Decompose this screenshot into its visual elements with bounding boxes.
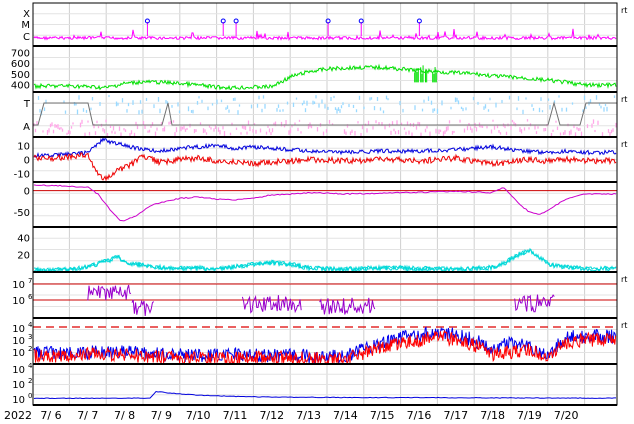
wind-y-tick: 600 (11, 59, 30, 70)
x-axis-day-tick: 7/13 (296, 409, 321, 422)
electron-y-tick-base: 10 (12, 336, 25, 347)
proton-y-tick-base: 10 (12, 280, 25, 291)
proton-y-tick-exponent: 6 (28, 293, 33, 301)
x-axis-day-tick: 7/17 (443, 409, 468, 422)
electron-y-tick-base: 10 (12, 348, 25, 359)
bz-y-tick: 0 (24, 156, 30, 167)
bz-y-tick: 10 (17, 141, 30, 152)
x-axis-day-tick: 7/11 (223, 409, 248, 422)
wind-y-tick: 700 (11, 48, 30, 59)
x-axis-day-tick: 7/12 (259, 409, 284, 422)
imf-y-tick: T (23, 99, 31, 110)
electron-y-tick-exponent: 4 (28, 321, 33, 329)
space-weather-stack-chart: XMC700600500400TA100-100-50402010 710 610 4… (4, 2, 627, 422)
wind-y-tick: 500 (11, 70, 30, 81)
flares-y-tick: C (23, 32, 30, 43)
wind-y-tick: 400 (11, 81, 30, 92)
panel-right-tag: rt (621, 321, 627, 330)
x-axis-day-tick: 7/19 (517, 409, 542, 422)
neutron-y-tick-exponent: 2 (28, 377, 32, 385)
electron-y-tick-exponent: 2 (28, 345, 32, 353)
electron-flux-low-series (33, 330, 617, 365)
proton-flux-series (514, 294, 555, 313)
dst-y-tick: -50 (14, 208, 30, 219)
kp-y-tick: 40 (17, 233, 30, 244)
x-axis-day-tick: 7/20 (554, 409, 579, 422)
x-axis-day-tick: 7/10 (186, 409, 211, 422)
electron-y-tick-base: 10 (12, 324, 25, 335)
bz-component-series (33, 152, 617, 182)
dst-y-tick: 0 (24, 187, 30, 198)
x-axis-year-label: 2022 (4, 409, 32, 422)
neutron-y-tick-exponent: 4 (28, 362, 33, 370)
series-layer (33, 18, 617, 400)
x-axis-day-tick: 7/15 (370, 409, 395, 422)
panel-right-tag: rt (621, 95, 627, 104)
x-axis-day-tick: 7/ 8 (114, 409, 135, 422)
panel-right-tag: rt (621, 140, 627, 149)
panel-right-tag: rt (621, 275, 627, 284)
neutron-y-tick-base: 10 (12, 365, 25, 376)
flares-y-tick: X (23, 9, 30, 20)
imf-y-tick: A (23, 122, 30, 133)
electron-y-tick-exponent: 3 (28, 333, 32, 341)
x-axis-day-tick: 7/16 (407, 409, 432, 422)
grid-layer (33, 3, 617, 405)
neutron-y-tick-exponent: 0 (28, 392, 32, 400)
neutron-y-tick-base: 10 (12, 380, 25, 391)
proton-y-tick-exponent: 7 (28, 277, 32, 285)
proton-y-tick-base: 10 (12, 296, 25, 307)
neutron-y-tick-base: 10 (12, 395, 25, 406)
x-axis-day-tick: 7/ 6 (40, 409, 61, 422)
flares-y-tick: M (21, 20, 30, 31)
kp-y-tick: 20 (17, 251, 30, 262)
proton-flux-series (87, 284, 132, 301)
x-axis-day-tick: 7/18 (480, 409, 505, 422)
x-axis-day-tick: 7/ 9 (151, 409, 172, 422)
bz-y-tick: -10 (14, 170, 30, 181)
panel-right-tag: rt (621, 6, 627, 15)
x-axis-day-tick: 7/ 7 (77, 409, 98, 422)
flare-xray-series (33, 28, 617, 41)
proton-flux-series (241, 295, 302, 314)
x-axis-day-tick: 7/14 (333, 409, 358, 422)
